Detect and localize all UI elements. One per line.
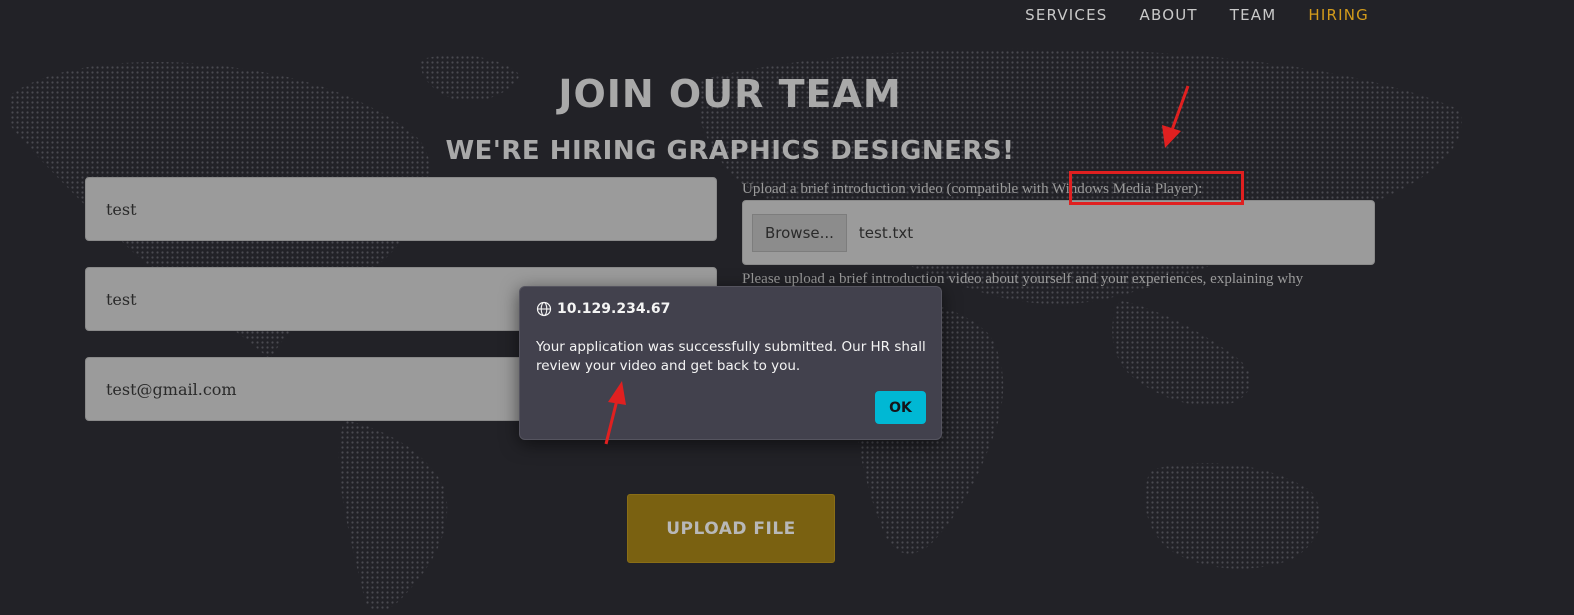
page-title: JOIN OUR TEAM	[558, 72, 902, 116]
nav-about-link[interactable]: ABOUT	[1140, 6, 1198, 24]
hiring-page: SERVICES ABOUT TEAM HIRING JOIN OUR TEAM…	[0, 0, 1574, 615]
annotation-highlight-box	[1069, 171, 1244, 205]
dialog-origin: 10.129.234.67	[557, 301, 671, 317]
first-name-value: test	[106, 199, 137, 219]
nav-hiring-link[interactable]: HIRING	[1308, 6, 1369, 24]
page-subtitle: WE'RE HIRING GRAPHICS DESIGNERS!	[445, 136, 1015, 166]
globe-icon	[536, 301, 552, 317]
email-value: test@gmail.com	[106, 379, 237, 399]
nav-team-link[interactable]: TEAM	[1230, 6, 1277, 24]
nav-services-link[interactable]: SERVICES	[1025, 6, 1107, 24]
dialog-message: Your application was successfully submit…	[536, 339, 926, 374]
first-name-input[interactable]: test	[85, 177, 717, 241]
upload-file-button[interactable]: UPLOAD FILE	[627, 494, 835, 563]
last-name-value: test	[106, 289, 137, 309]
video-file-input[interactable]: Browse... test.txt	[742, 200, 1375, 265]
alert-dialog: 10.129.234.67 Your application was succe…	[519, 286, 942, 440]
top-nav: SERVICES ABOUT TEAM HIRING	[1025, 6, 1369, 24]
selected-file-name: test.txt	[858, 223, 914, 242]
browse-button[interactable]: Browse...	[752, 213, 847, 252]
dialog-header: 10.129.234.67	[536, 301, 670, 317]
ok-button[interactable]: OK	[875, 391, 926, 424]
